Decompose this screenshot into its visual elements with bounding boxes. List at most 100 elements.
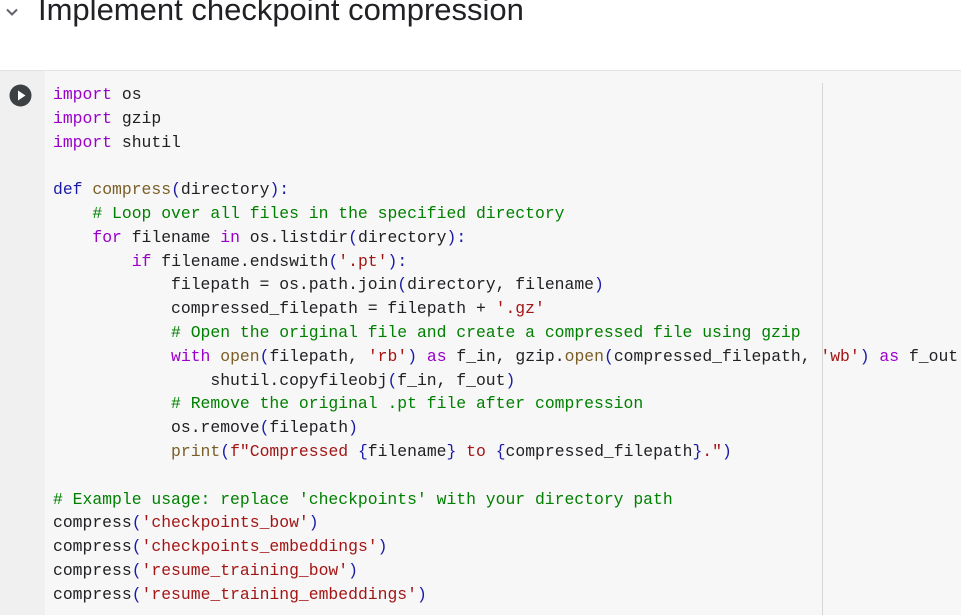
code-token: filepath, bbox=[269, 346, 368, 366]
code-line: def compress(directory): bbox=[53, 178, 961, 202]
code-token: 'resume_training_embeddings' bbox=[141, 584, 417, 604]
code-token: # Example usage: replace 'checkpoints' w… bbox=[53, 489, 673, 509]
code-token: ) bbox=[721, 441, 732, 461]
code-token: f_out: bbox=[908, 346, 961, 366]
play-icon bbox=[9, 84, 32, 107]
code-line: compress('resume_training_bow') bbox=[53, 559, 961, 583]
code-token: if bbox=[131, 251, 152, 271]
code-token: ( bbox=[131, 560, 142, 580]
code-token: ) bbox=[377, 537, 388, 557]
code-token: os.remove bbox=[53, 418, 260, 438]
code-token: ): bbox=[446, 227, 467, 247]
code-token: compressed_filepath bbox=[505, 441, 693, 461]
code-token: open bbox=[220, 346, 260, 366]
code-line: # Open the original file and create a co… bbox=[53, 321, 961, 345]
code-line: import shutil bbox=[53, 131, 961, 155]
code-token: for bbox=[92, 227, 122, 247]
code-token: def bbox=[53, 180, 83, 200]
code-line: # Loop over all files in the specified d… bbox=[53, 202, 961, 226]
code-token: shutil bbox=[112, 132, 181, 152]
code-token: # Open the original file and create a co… bbox=[171, 322, 801, 342]
code-line: # Remove the original .pt file after com… bbox=[53, 392, 961, 416]
code-token: import bbox=[53, 108, 113, 128]
code-token: ( bbox=[131, 513, 142, 533]
code-token: as bbox=[879, 346, 900, 366]
code-line: compress('checkpoints_bow') bbox=[53, 511, 961, 535]
code-token: f_in, f_out bbox=[397, 370, 506, 390]
code-token: ) bbox=[407, 346, 418, 366]
code-line: import os bbox=[53, 83, 961, 107]
code-text[interactable]: import os import gzip import shutil def com… bbox=[53, 83, 961, 607]
code-token: with bbox=[171, 346, 211, 366]
code-token: ) bbox=[348, 560, 358, 580]
code-token: compress bbox=[53, 560, 132, 580]
code-token: ( bbox=[603, 346, 614, 366]
code-token: '.gz' bbox=[495, 299, 545, 319]
code-token: as bbox=[426, 346, 447, 366]
code-token: ) bbox=[348, 418, 358, 438]
code-line: compressed_filepath = filepath + '.gz' bbox=[53, 297, 961, 321]
code-token: import bbox=[53, 85, 113, 104]
code-token: ( bbox=[348, 227, 358, 247]
code-token: ." bbox=[702, 441, 722, 461]
code-token: f"Compressed bbox=[230, 441, 358, 461]
code-token: compressed_filepath = filepath + bbox=[53, 299, 496, 319]
code-token: ): bbox=[387, 251, 408, 271]
code-token: gzip bbox=[112, 108, 162, 128]
code-cell: import os import gzip import shutil def com… bbox=[0, 71, 961, 615]
code-token: { bbox=[357, 441, 368, 461]
code-token: 'resume_training_bow' bbox=[141, 560, 349, 580]
code-token: ( bbox=[131, 537, 142, 557]
code-token: filename bbox=[121, 227, 221, 247]
code-token: { bbox=[495, 441, 506, 461]
code-line: shutil.copyfileobj(f_in, f_out) bbox=[53, 369, 961, 393]
code-line: # Example usage: replace 'checkpoints' w… bbox=[53, 488, 961, 512]
code-token: } bbox=[692, 441, 703, 461]
code-line: os.remove(filepath) bbox=[53, 416, 961, 440]
code-token: directory bbox=[357, 227, 447, 247]
code-line: compress('checkpoints_embeddings') bbox=[53, 535, 961, 559]
code-token: ) bbox=[505, 370, 516, 390]
section-header: Implement checkpoint compression bbox=[0, 0, 961, 71]
cell-gutter bbox=[0, 71, 45, 615]
code-token: ) bbox=[594, 275, 604, 295]
code-token: directory, filename bbox=[407, 275, 594, 295]
run-cell-button[interactable] bbox=[9, 84, 32, 107]
code-token: filepath bbox=[269, 418, 349, 438]
code-token: compress bbox=[53, 537, 132, 557]
code-token: '.pt' bbox=[338, 251, 388, 271]
section-title: Implement checkpoint compression bbox=[38, 0, 524, 27]
code-editor[interactable]: import os import gzip import shutil def com… bbox=[45, 71, 961, 615]
code-token: filename bbox=[367, 441, 447, 461]
code-token: compress bbox=[53, 513, 132, 533]
code-token: ( bbox=[387, 370, 398, 390]
code-token: ): bbox=[269, 180, 290, 200]
code-token: # Loop over all files in the specified d… bbox=[92, 203, 565, 223]
code-line: compress('resume_training_embeddings') bbox=[53, 583, 961, 607]
code-token: 'checkpoints_embeddings' bbox=[141, 537, 378, 557]
code-token: 'wb' bbox=[820, 346, 860, 366]
code-token: ( bbox=[397, 275, 408, 295]
code-line: print(f"Compressed {filename} to {compre… bbox=[53, 440, 961, 464]
code-token: print bbox=[171, 441, 221, 461]
code-token: 'checkpoints_bow' bbox=[141, 513, 309, 533]
code-token: # Remove the original .pt file after com… bbox=[171, 394, 644, 414]
code-token: os bbox=[112, 85, 142, 104]
chevron-down-icon[interactable] bbox=[4, 4, 20, 20]
code-line: import gzip bbox=[53, 107, 961, 131]
code-token: ( bbox=[259, 346, 270, 366]
code-token: in bbox=[220, 227, 240, 247]
code-token: import bbox=[53, 132, 113, 152]
